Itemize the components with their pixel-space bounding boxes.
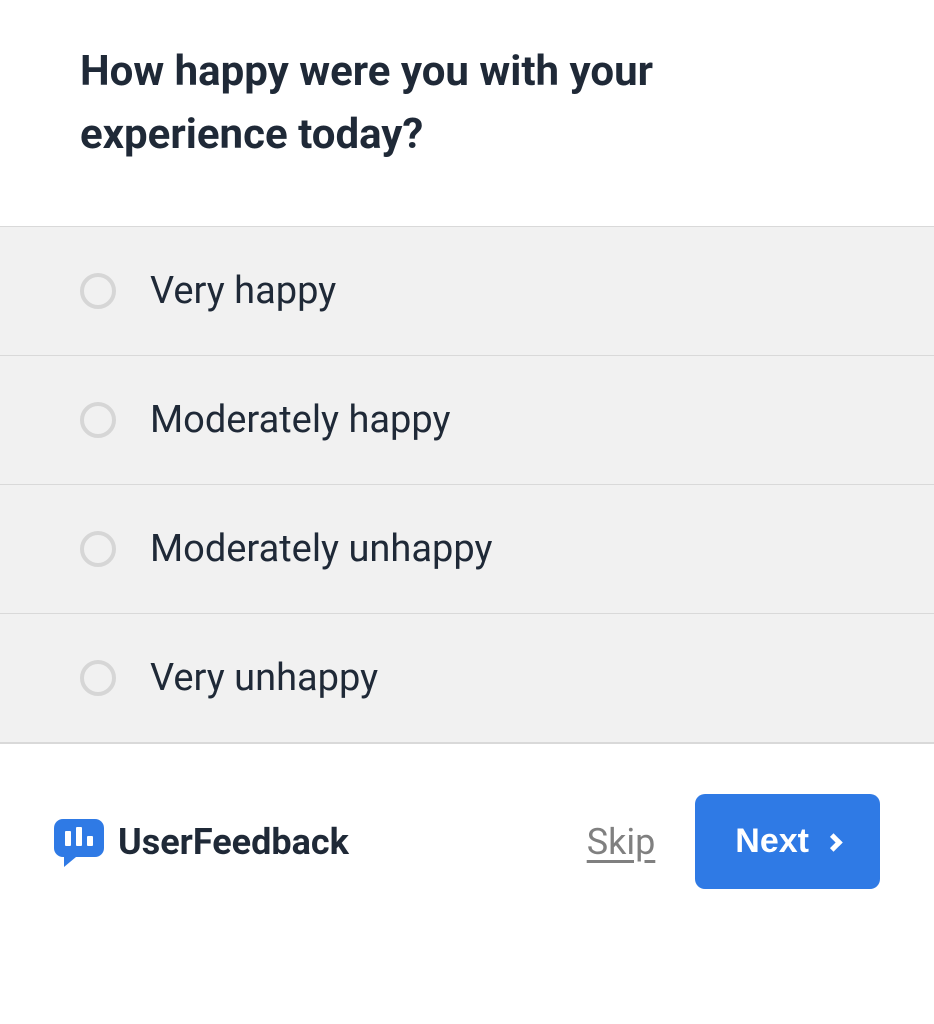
next-button-label: Next — [735, 822, 809, 861]
footer-actions: Skip Next — [587, 794, 880, 889]
brand: UserFeedback — [54, 817, 349, 867]
radio-icon — [80, 660, 116, 696]
radio-icon — [80, 402, 116, 438]
option-label: Moderately happy — [150, 398, 451, 442]
brand-chat-icon — [54, 817, 104, 867]
question-title: How happy were you with your experience … — [80, 40, 854, 166]
option-label: Very happy — [150, 269, 336, 313]
option-moderately-happy[interactable]: Moderately happy — [0, 356, 934, 485]
option-very-unhappy[interactable]: Very unhappy — [0, 614, 934, 744]
question-header: How happy were you with your experience … — [0, 0, 934, 226]
option-label: Very unhappy — [150, 656, 378, 700]
chevron-right-icon — [824, 833, 842, 851]
footer: UserFeedback Skip Next — [0, 744, 934, 929]
option-very-happy[interactable]: Very happy — [0, 227, 934, 356]
radio-icon — [80, 273, 116, 309]
option-label: Moderately unhappy — [150, 527, 492, 571]
next-button[interactable]: Next — [695, 794, 880, 889]
option-moderately-unhappy[interactable]: Moderately unhappy — [0, 485, 934, 614]
skip-link[interactable]: Skip — [587, 821, 656, 863]
radio-icon — [80, 531, 116, 567]
brand-label: UserFeedback — [118, 821, 349, 863]
options-list: Very happy Moderately happy Moderately u… — [0, 226, 934, 744]
